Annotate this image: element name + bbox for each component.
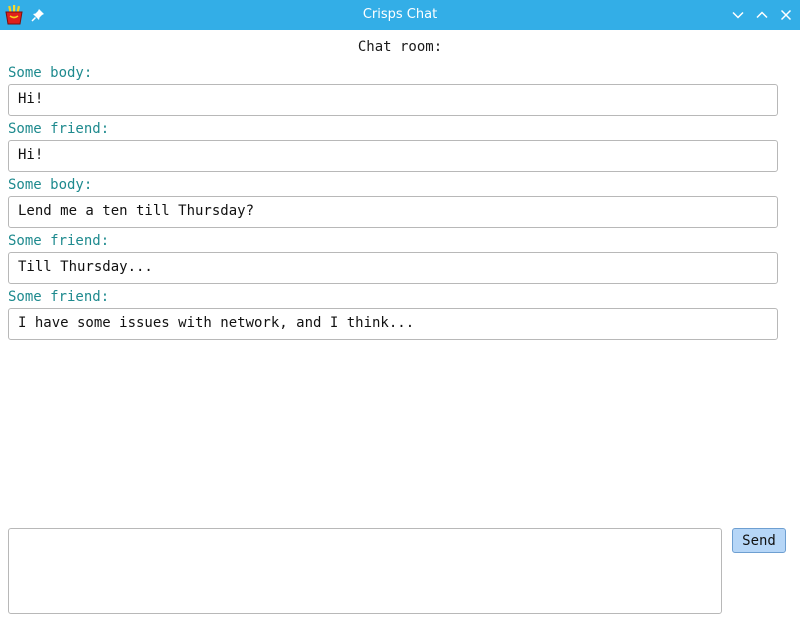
title-bar[interactable]: Crisps Chat — [0, 0, 800, 30]
message-text: Hi! — [18, 91, 44, 107]
message-input[interactable] — [8, 528, 722, 614]
message-sender: Some friend: — [8, 289, 110, 305]
close-icon[interactable] — [779, 8, 793, 22]
window-title: Crisps Chat — [362, 7, 438, 22]
message-text: Hi! — [18, 147, 44, 163]
message-item: Some friend: Hi! — [8, 120, 778, 176]
message-bubble[interactable]: Hi! — [8, 140, 778, 172]
chevron-up-icon[interactable] — [755, 8, 769, 22]
chat-window: Crisps Chat Chat room: Some body: Hi! So… — [0, 0, 800, 630]
message-item: Some body: Lend me a ten till Thursday? — [8, 176, 778, 232]
message-sender: Some body: — [8, 177, 93, 193]
message-bubble[interactable]: Till Thursday... — [8, 252, 778, 284]
message-text: Till Thursday... — [18, 259, 153, 275]
message-bubble[interactable]: I have some issues with network, and I t… — [8, 308, 778, 340]
message-item: Some friend: I have some issues with net… — [8, 288, 778, 344]
message-bubble[interactable]: Lend me a ten till Thursday? — [8, 196, 778, 228]
chevron-down-icon[interactable] — [731, 8, 745, 22]
chat-heading: Chat room: — [357, 39, 443, 55]
message-sender: Some body: — [8, 65, 93, 81]
message-list: Some body: Hi! Some friend: Hi! Some bod… — [8, 64, 778, 344]
message-text: Lend me a ten till Thursday? — [18, 203, 255, 219]
message-sender: Some friend: — [8, 121, 110, 137]
send-button[interactable]: Send — [732, 528, 786, 553]
message-bubble[interactable]: Hi! — [8, 84, 778, 116]
message-text: I have some issues with network, and I t… — [18, 315, 415, 331]
message-item: Some body: Hi! — [8, 64, 778, 120]
message-item: Some friend: Till Thursday... — [8, 232, 778, 288]
message-sender: Some friend: — [8, 233, 110, 249]
